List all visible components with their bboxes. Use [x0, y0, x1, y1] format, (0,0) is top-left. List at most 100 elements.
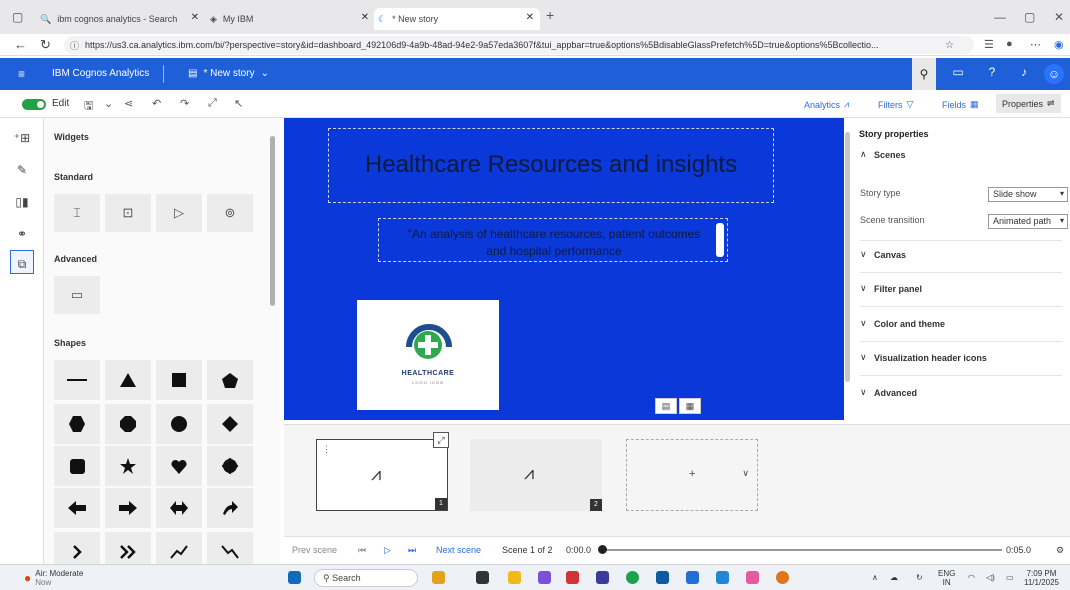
- trend-up-shape-icon[interactable]: [156, 532, 202, 564]
- pointer-icon[interactable]: ↖: [234, 97, 243, 110]
- restore-icon[interactable]: ▢: [1024, 10, 1035, 24]
- copilot-icon[interactable]: ◉: [1054, 38, 1064, 51]
- trend-down-shape-icon[interactable]: [207, 532, 253, 564]
- close-icon[interactable]: ✕: [191, 12, 199, 23]
- cloud-icon[interactable]: ☁: [890, 573, 898, 582]
- tray-overflow-icon[interactable]: ∧: [872, 573, 878, 582]
- scrollbar-thumb[interactable]: [845, 132, 850, 382]
- webpage-widget-icon[interactable]: ⊚: [207, 194, 253, 232]
- star-shape-icon[interactable]: [105, 446, 151, 486]
- new-tab-icon[interactable]: +: [546, 7, 554, 23]
- visualizations-icon[interactable]: ▯▮: [10, 190, 34, 214]
- rounded-square-shape-icon[interactable]: [54, 446, 100, 486]
- story-canvas[interactable]: Healthcare Resources and insights "An an…: [284, 118, 844, 420]
- story-type-select[interactable]: Slide show ▾: [988, 187, 1068, 202]
- weather-widget[interactable]: ● Air: Moderate Now: [24, 569, 83, 587]
- tab-my-ibm[interactable]: ◈ My IBM ✕: [210, 8, 375, 30]
- double-chevron-shape-icon[interactable]: [105, 532, 151, 564]
- media-widget-icon[interactable]: ▷: [156, 194, 202, 232]
- save-icon[interactable]: 🖫: [84, 97, 93, 116]
- chrome-icon[interactable]: [776, 571, 789, 584]
- circle-shape-icon[interactable]: [156, 404, 202, 444]
- photos-icon[interactable]: [716, 571, 729, 584]
- user-avatar-icon[interactable]: ☺: [1044, 64, 1064, 84]
- timeline-slider[interactable]: [598, 545, 1002, 554]
- timeline-handle[interactable]: [598, 545, 607, 554]
- volume-icon[interactable]: ◁): [986, 573, 995, 582]
- link-icon[interactable]: ⚭: [10, 222, 34, 246]
- search-icon[interactable]: ⚲: [912, 58, 936, 90]
- store-icon[interactable]: [656, 571, 669, 584]
- dropbox-icon[interactable]: [596, 571, 609, 584]
- refresh-icon[interactable]: ↻: [40, 37, 51, 53]
- folder-widget-icon[interactable]: ▭: [54, 276, 100, 314]
- profile-icon[interactable]: ●: [1006, 38, 1013, 50]
- color-theme-section-toggle[interactable]: ∨ Color and theme: [860, 318, 1060, 329]
- mcafee-icon[interactable]: [566, 571, 579, 584]
- tab-search[interactable]: 🔍 ibm cognos analytics - Search ✕: [40, 8, 205, 30]
- chevron-down-icon[interactable]: ⌄: [104, 97, 113, 110]
- undo-icon[interactable]: ↶: [152, 97, 161, 110]
- viz-header-icons-section-toggle[interactable]: ∨ Visualization header icons: [860, 352, 1060, 363]
- chevron-shape-icon[interactable]: [54, 532, 100, 564]
- close-icon[interactable]: ✕: [526, 12, 534, 23]
- chevron-down-icon[interactable]: ∨: [742, 468, 749, 479]
- edge-icon[interactable]: [626, 571, 639, 584]
- url-field[interactable]: ⓘ https://us3.ca.analytics.ibm.com/bi/?p…: [64, 36, 974, 54]
- tab-actions-icon[interactable]: ▢: [12, 10, 23, 24]
- prev-scene-button[interactable]: Prev scene: [292, 545, 337, 555]
- tree-icon[interactable]: ⁺⊞: [10, 126, 34, 150]
- widgets-app-icon[interactable]: [432, 571, 445, 584]
- pentagon-shape-icon[interactable]: [207, 360, 253, 400]
- notifications-icon[interactable]: ♪: [1012, 65, 1036, 83]
- back-icon[interactable]: ←: [14, 37, 27, 52]
- octagon-shape-icon[interactable]: [105, 404, 151, 444]
- textbox-scroll-handle[interactable]: [716, 223, 724, 257]
- filters-button[interactable]: Filters ▽: [878, 99, 913, 110]
- fullscreen-icon[interactable]: ⤢: [208, 97, 217, 110]
- window-close-icon[interactable]: ✕: [1054, 10, 1064, 24]
- chat-icon[interactable]: ▭: [946, 65, 970, 83]
- skip-back-icon[interactable]: ⏮: [358, 545, 366, 556]
- seal-shape-icon[interactable]: [207, 446, 253, 486]
- battery-icon[interactable]: ▭: [1006, 573, 1014, 582]
- scenes-section-toggle[interactable]: ∧ Scenes: [860, 149, 1060, 160]
- heart-shape-icon[interactable]: [156, 446, 202, 486]
- scene-transition-select[interactable]: Animated path ▾: [988, 214, 1068, 229]
- refresh-tray-icon[interactable]: ↻: [916, 573, 923, 582]
- snipping-icon[interactable]: [746, 571, 759, 584]
- text-widget-icon[interactable]: ⌶: [54, 194, 100, 232]
- expand-icon[interactable]: ⤢: [433, 432, 449, 448]
- analytics-button[interactable]: Analytics ⩘: [804, 99, 849, 110]
- minimize-icon[interactable]: —: [994, 10, 1006, 24]
- arrow-right-shape-icon[interactable]: [105, 488, 151, 528]
- more-options-icon[interactable]: ⋮: [322, 444, 331, 455]
- app-brand[interactable]: IBM Cognos Analytics: [52, 68, 149, 79]
- close-icon[interactable]: ✕: [361, 12, 369, 23]
- settings-icon[interactable]: ⚙: [1056, 545, 1064, 556]
- fields-button[interactable]: Fields ▦: [942, 99, 979, 110]
- language-indicator[interactable]: ENG IN: [938, 569, 955, 587]
- layout-icon[interactable]: ▦: [679, 398, 701, 414]
- scene-thumbnail[interactable]: ⩘ 2: [470, 439, 602, 511]
- canvas-section-toggle[interactable]: ∨ Canvas: [860, 249, 1060, 260]
- widgets-icon[interactable]: ⧉: [10, 250, 34, 274]
- help-icon[interactable]: ?: [980, 65, 1004, 83]
- favorites-icon[interactable]: ☰: [984, 38, 994, 51]
- menu-icon[interactable]: ≡: [18, 67, 25, 81]
- share-icon[interactable]: ⋖: [124, 97, 133, 110]
- copilot-app-icon[interactable]: [538, 571, 551, 584]
- taskbar-search[interactable]: ⚲ Search: [314, 569, 418, 587]
- windows-start-icon[interactable]: [288, 571, 301, 584]
- add-scene-button[interactable]: + ∨: [626, 439, 758, 511]
- arrow-left-shape-icon[interactable]: [54, 488, 100, 528]
- wifi-icon[interactable]: ◠: [968, 573, 975, 582]
- skip-forward-icon[interactable]: ⏭: [408, 545, 416, 556]
- canvas-scrollbar[interactable]: [845, 126, 850, 406]
- task-view-icon[interactable]: [476, 571, 489, 584]
- tab-new-story[interactable]: ☾ * New story ✕: [374, 8, 540, 30]
- grid-icon[interactable]: ▤: [655, 398, 677, 414]
- healthcare-logo-image[interactable]: HEALTHCARE LOGO ICON: [357, 300, 499, 410]
- story-title-menu[interactable]: ▤ * New story ⌄: [188, 68, 269, 79]
- more-icon[interactable]: ⋯: [1030, 38, 1041, 51]
